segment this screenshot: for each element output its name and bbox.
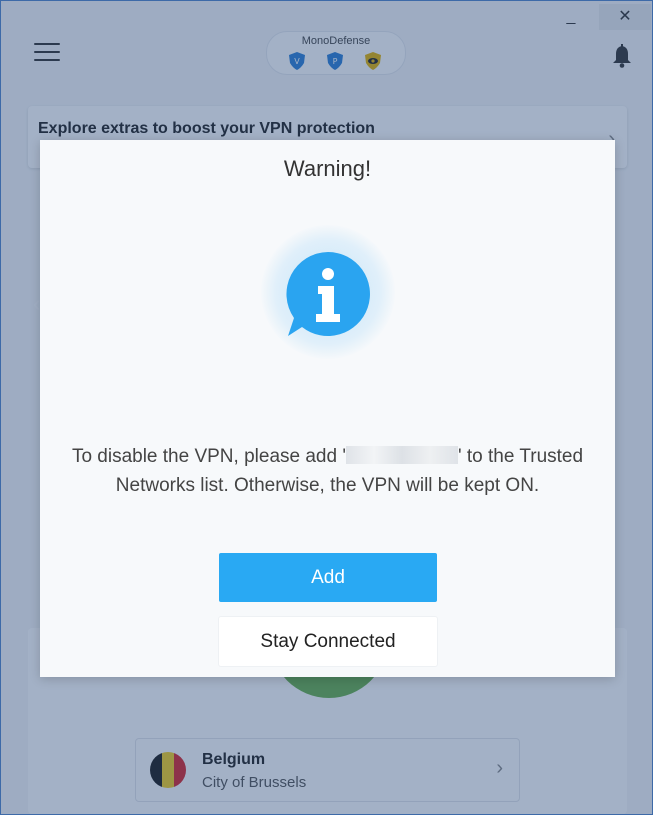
- stay-connected-button[interactable]: Stay Connected: [219, 617, 437, 666]
- app-window: _ ✕ MonoDefense V P Explore extras to bo…: [0, 0, 653, 815]
- warning-dialog: Warning! To disable the VPN, please add …: [40, 140, 615, 677]
- info-speech-bubble-icon: [286, 252, 370, 336]
- redacted-network-name: [345, 446, 458, 464]
- dialog-message: To disable the VPN, please add ' ' to the…: [55, 442, 600, 500]
- message-text-before: To disable the VPN, please add ': [71, 446, 346, 467]
- dialog-title: Warning!: [283, 156, 372, 181]
- add-button[interactable]: Add: [219, 553, 437, 602]
